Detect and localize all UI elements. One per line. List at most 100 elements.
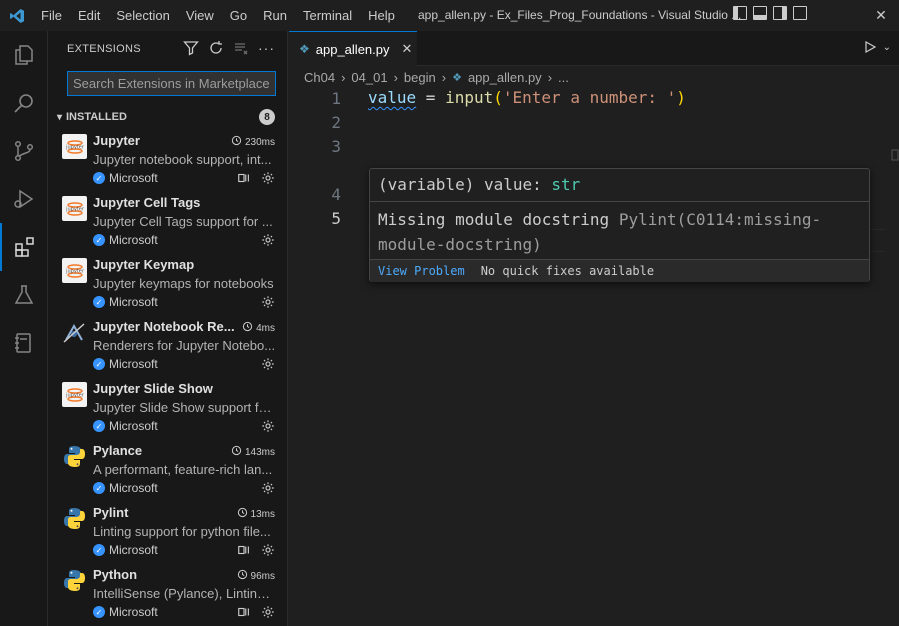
extension-item[interactable]: Python 96ms IntelliSense (Pylance), Lintin… [48,564,288,626]
clock-icon [237,569,248,583]
chevron-down-icon: ▾ [56,111,63,123]
sync-ignored-icon[interactable] [237,605,251,624]
refresh-icon[interactable] [208,40,224,56]
svg-text:jupyter: jupyter [65,206,85,212]
no-quick-fixes-label: No quick fixes available [480,264,655,278]
renderer-logo-icon [62,320,87,345]
extension-name: Pylance [93,443,143,458]
line-number: 3 [331,137,341,156]
close-window-icon[interactable]: ✕ [863,0,899,31]
tab-app-allen-py[interactable]: ❖ app_allen.py ✕ [289,31,417,66]
breadcrumb-item[interactable]: begin [404,70,436,85]
toggle-panel-icon[interactable] [753,6,767,20]
toggle-secondary-sidebar-icon[interactable] [773,6,787,20]
source-control-icon[interactable] [0,127,48,175]
menu-help[interactable]: Help [360,8,403,23]
breadcrumb-item[interactable]: ... [558,70,569,85]
manage-gear-icon[interactable] [261,605,275,624]
python-logo-icon [62,444,87,469]
extension-publisher: ✓ Microsoft [93,171,158,185]
manage-gear-icon[interactable] [261,543,275,562]
code-token-variable: value [368,88,417,107]
extension-item[interactable]: jupyter Jupyter Keymap Jupyter keymaps for… [48,254,288,316]
extension-publisher: ✓ Microsoft [93,481,158,495]
extension-description: IntelliSense (Pylance), Linting, ... [93,586,276,601]
extension-actions [261,295,275,314]
notebook-icon[interactable] [0,319,48,367]
jupyter-logo-icon: jupyter [62,382,87,407]
activation-time: 143ms [231,445,275,459]
run-file-icon[interactable] [863,40,877,54]
manage-gear-icon[interactable] [261,295,275,314]
extension-item[interactable]: jupyter Jupyter Cell Tags Jupyter Cell Tag… [48,192,288,254]
search-icon[interactable] [0,79,48,127]
sync-ignored-icon[interactable] [237,171,251,190]
clear-results-icon[interactable] [233,40,249,56]
sidebar-header: EXTENSIONS ··· [48,31,287,66]
hover-footer: View Problem No quick fixes available [370,259,869,282]
chevron-right-icon: › [393,69,398,85]
filter-icon[interactable] [183,40,199,56]
breadcrumb-item[interactable]: 04_01 [351,70,387,85]
more-actions-icon[interactable]: ··· [258,40,275,56]
window-controls: ✕ [863,0,899,31]
extension-item[interactable]: Pylint 13ms Linting support for python fil… [48,502,288,564]
extension-name: Jupyter Cell Tags [93,195,201,210]
extension-item[interactable]: jupyter Jupyter 230ms Jupyter notebook supp… [48,130,288,192]
manage-gear-icon[interactable] [261,357,275,376]
run-dropdown-chevron-icon[interactable]: ⌄ [883,42,891,53]
manage-gear-icon[interactable] [261,481,275,500]
run-debug-icon[interactable] [0,175,48,223]
activation-time-text: 143ms [244,446,275,458]
title-bar: File Edit Selection View Go Run Terminal… [0,0,899,31]
breadcrumb-item[interactable]: app_allen.py [468,70,542,85]
installed-count-badge: 8 [259,109,275,125]
extension-description: Jupyter Cell Tags support for ... [93,214,273,229]
code-token-operator: = [416,88,446,107]
menu-go[interactable]: Go [222,8,255,23]
code-token-function: input [445,88,494,107]
installed-label: INSTALLED [66,111,127,123]
close-tab-icon[interactable]: ✕ [402,41,413,57]
publisher-name: Microsoft [109,233,158,247]
view-problem-link[interactable]: View Problem [378,264,465,278]
extensions-icon[interactable] [0,223,48,271]
menu-file[interactable]: File [33,8,70,23]
menu-run[interactable]: Run [255,8,295,23]
breadcrumb-item[interactable]: Ch04 [304,70,335,85]
extension-publisher: ✓ Microsoft [93,357,158,371]
activation-time-text: 13ms [250,508,275,520]
extension-publisher: ✓ Microsoft [93,233,158,247]
verified-publisher-icon: ✓ [93,296,105,308]
explorer-icon[interactable] [0,31,48,79]
verified-publisher-icon: ✓ [93,606,105,618]
editor-tab-bar: ❖ app_allen.py ✕ ⌄ [289,31,899,66]
verified-publisher-icon: ✓ [93,482,105,494]
sidebar-actions: ··· [183,40,275,56]
python-file-icon: ❖ [299,42,310,56]
extension-publisher: ✓ Microsoft [93,543,158,557]
extension-item[interactable]: Pylance 143ms A performant, feature-rich l… [48,440,288,502]
toggle-primary-sidebar-icon[interactable] [733,6,747,20]
menu-view[interactable]: View [178,8,222,23]
menu-edit[interactable]: Edit [70,8,108,23]
customize-layout-icon[interactable] [793,6,807,20]
extension-item[interactable]: jupyter Jupyter Slide Show Jupyter Slide S… [48,378,288,440]
extension-actions [261,233,275,252]
extensions-search-input[interactable]: Search Extensions in Marketplace [67,71,276,96]
extension-description: Renderers for Jupyter Notebo... [93,338,276,353]
menu-terminal[interactable]: Terminal [295,8,360,23]
extension-actions [261,357,275,376]
svg-text:jupyter: jupyter [65,392,85,398]
verified-publisher-icon: ✓ [93,172,105,184]
sync-ignored-icon[interactable] [237,543,251,562]
breadcrumb: Ch04 › 04_01 › begin › ❖ app_allen.py › … [289,66,899,88]
manage-gear-icon[interactable] [261,171,275,190]
extension-item[interactable]: Jupyter Notebook Re... 4ms Renderers for J… [48,316,288,378]
publisher-name: Microsoft [109,543,158,557]
installed-section-header[interactable]: ▾ INSTALLED 8 [48,107,288,127]
manage-gear-icon[interactable] [261,233,275,252]
manage-gear-icon[interactable] [261,419,275,438]
menu-selection[interactable]: Selection [108,8,177,23]
testing-icon[interactable] [0,271,48,319]
